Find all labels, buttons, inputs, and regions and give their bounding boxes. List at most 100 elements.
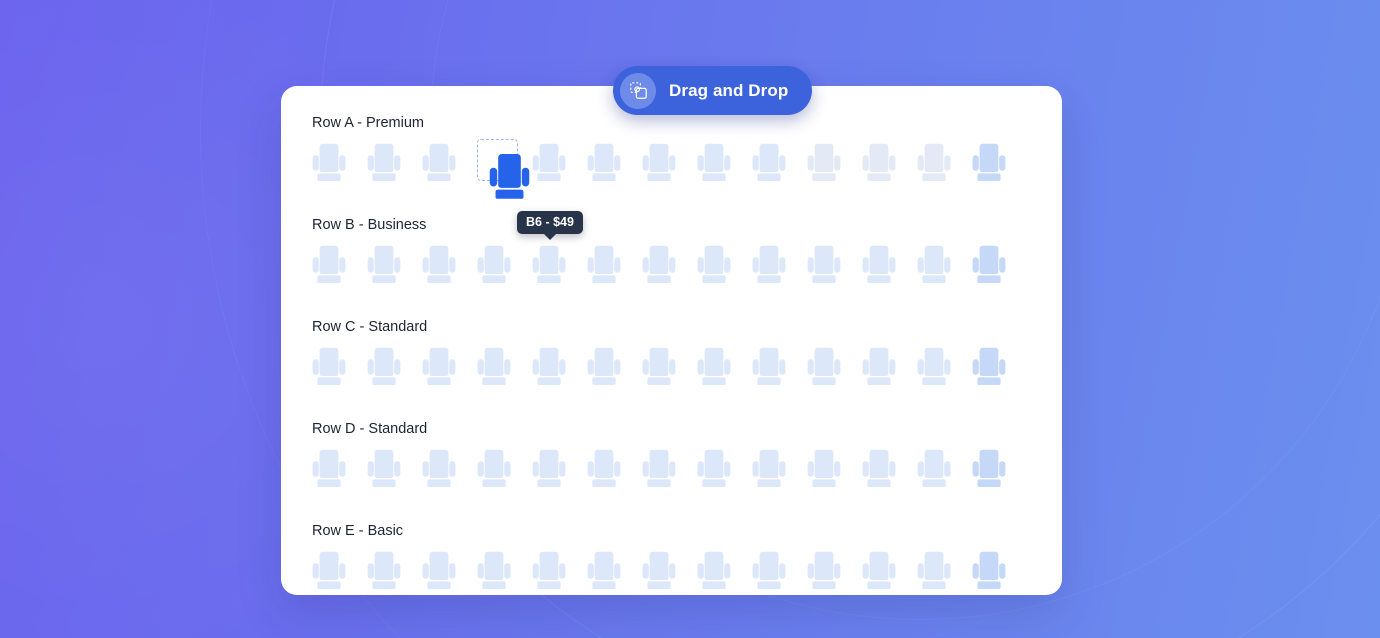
seat-a13[interactable] (972, 143, 1006, 187)
seat-slot-a5[interactable] (532, 139, 587, 195)
seat-e8[interactable] (697, 551, 731, 595)
seat-a12[interactable] (917, 143, 951, 187)
seat-d3[interactable] (422, 449, 456, 493)
seat-slot-a3[interactable] (422, 139, 477, 195)
seat-slot-b4[interactable] (477, 241, 532, 297)
seat-slot-e9[interactable] (752, 547, 807, 603)
seat-d9[interactable] (752, 449, 786, 493)
seat-slot-c1[interactable] (312, 343, 367, 399)
seat-slot-b7[interactable] (642, 241, 697, 297)
seat-d4[interactable] (477, 449, 511, 493)
seat-c1[interactable] (312, 347, 346, 391)
seat-slot-d1[interactable] (312, 445, 367, 501)
seat-c11[interactable] (862, 347, 896, 391)
seat-slot-d6[interactable] (587, 445, 642, 501)
seat-c13[interactable] (972, 347, 1006, 391)
seat-slot-a1[interactable] (312, 139, 367, 195)
seat-a6[interactable] (587, 143, 621, 187)
seat-slot-a7[interactable] (642, 139, 697, 195)
seat-slot-e3[interactable] (422, 547, 477, 603)
seat-slot-e13[interactable] (972, 547, 1027, 603)
seat-d2[interactable] (367, 449, 401, 493)
seat-slot-b3[interactable] (422, 241, 477, 297)
seat-slot-d7[interactable] (642, 445, 697, 501)
seat-e4[interactable] (477, 551, 511, 595)
seat-e13[interactable] (972, 551, 1006, 595)
seat-d12[interactable] (917, 449, 951, 493)
seat-slot-b1[interactable] (312, 241, 367, 297)
seat-b13[interactable] (972, 245, 1006, 289)
seat-c8[interactable] (697, 347, 731, 391)
seat-c4[interactable] (477, 347, 511, 391)
seat-d6[interactable] (587, 449, 621, 493)
seat-b11[interactable] (862, 245, 896, 289)
seat-slot-a6[interactable] (587, 139, 642, 195)
seat-slot-a13[interactable] (972, 139, 1027, 195)
seat-b2[interactable] (367, 245, 401, 289)
seat-a2[interactable] (367, 143, 401, 187)
seat-slot-c10[interactable] (807, 343, 862, 399)
seat-b12[interactable] (917, 245, 951, 289)
seat-e12[interactable] (917, 551, 951, 595)
seat-slot-a12[interactable] (917, 139, 972, 195)
seat-b5[interactable] (532, 245, 566, 289)
seat-d8[interactable] (697, 449, 731, 493)
seat-slot-c12[interactable] (917, 343, 972, 399)
seat-slot-d9[interactable] (752, 445, 807, 501)
seat-slot-b12[interactable] (917, 241, 972, 297)
seat-slot-b2[interactable] (367, 241, 422, 297)
seat-slot-d5[interactable] (532, 445, 587, 501)
seat-slot-c6[interactable] (587, 343, 642, 399)
seat-slot-e7[interactable] (642, 547, 697, 603)
seat-slot-e10[interactable] (807, 547, 862, 603)
seat-b6[interactable] (587, 245, 621, 289)
seat-c7[interactable] (642, 347, 676, 391)
seat-c9[interactable] (752, 347, 786, 391)
seat-slot-b6[interactable] (587, 241, 642, 297)
seat-slot-a4[interactable] (477, 139, 532, 199)
seat-slot-a2[interactable] (367, 139, 422, 195)
seat-c5[interactable] (532, 347, 566, 391)
seat-slot-d2[interactable] (367, 445, 422, 501)
seat-slot-c4[interactable] (477, 343, 532, 399)
seat-e7[interactable] (642, 551, 676, 595)
seat-slot-a11[interactable] (862, 139, 917, 195)
seat-b4[interactable] (477, 245, 511, 289)
seat-c10[interactable] (807, 347, 841, 391)
seat-slot-c5[interactable] (532, 343, 587, 399)
seat-c3[interactable] (422, 347, 456, 391)
seat-a4-dragging[interactable] (489, 153, 530, 206)
seat-c12[interactable] (917, 347, 951, 391)
seat-slot-e5[interactable] (532, 547, 587, 603)
seat-slot-d12[interactable] (917, 445, 972, 501)
seat-slot-e8[interactable] (697, 547, 752, 603)
seat-d1[interactable] (312, 449, 346, 493)
seat-slot-b10[interactable] (807, 241, 862, 297)
seat-d13[interactable] (972, 449, 1006, 493)
seat-d10[interactable] (807, 449, 841, 493)
seat-e6[interactable] (587, 551, 621, 595)
seat-slot-e1[interactable] (312, 547, 367, 603)
seat-b1[interactable] (312, 245, 346, 289)
seat-e3[interactable] (422, 551, 456, 595)
seat-slot-c2[interactable] (367, 343, 422, 399)
seat-b7[interactable] (642, 245, 676, 289)
seat-slot-a10[interactable] (807, 139, 862, 195)
seat-slot-b13[interactable] (972, 241, 1027, 297)
seat-e5[interactable] (532, 551, 566, 595)
seat-slot-c13[interactable] (972, 343, 1027, 399)
seat-a3[interactable] (422, 143, 456, 187)
seat-e2[interactable] (367, 551, 401, 595)
drag-and-drop-badge[interactable]: Drag and Drop (613, 66, 813, 115)
seat-slot-d3[interactable] (422, 445, 477, 501)
seat-slot-e12[interactable] (917, 547, 972, 603)
seat-b9[interactable] (752, 245, 786, 289)
seat-e11[interactable] (862, 551, 896, 595)
seat-slot-e6[interactable] (587, 547, 642, 603)
seat-e10[interactable] (807, 551, 841, 595)
seat-slot-d11[interactable] (862, 445, 917, 501)
seat-slot-c3[interactable] (422, 343, 477, 399)
seat-slot-b9[interactable] (752, 241, 807, 297)
seat-slot-d13[interactable] (972, 445, 1027, 501)
seat-slot-d8[interactable] (697, 445, 752, 501)
